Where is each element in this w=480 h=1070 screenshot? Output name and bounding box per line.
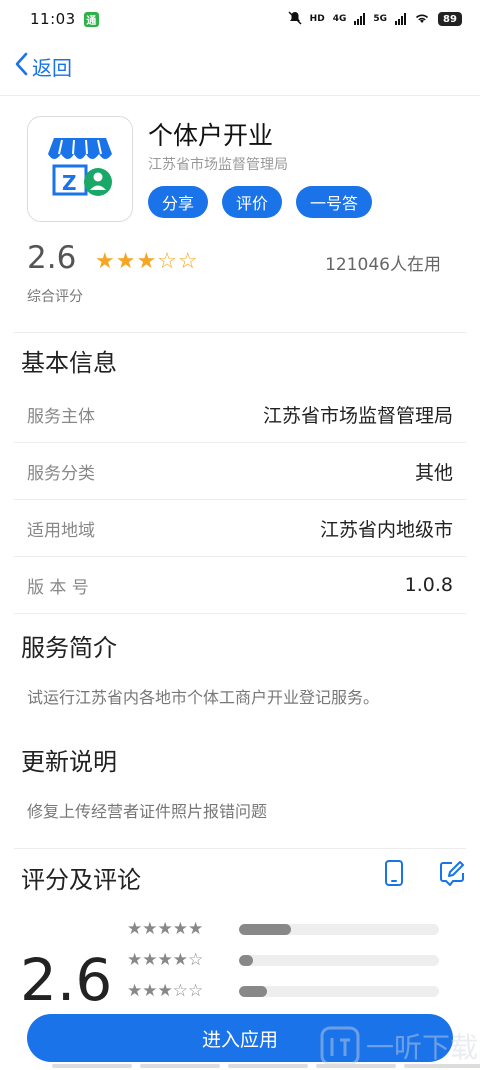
bar-track	[239, 954, 439, 966]
rating-caption: 综合评分	[27, 289, 83, 305]
rating-stars-empty: ☆☆	[157, 249, 199, 274]
app-developer: 江苏省市场监督管理局	[148, 157, 288, 173]
rating-bar-3: ★★★☆☆	[127, 981, 440, 1001]
info-key: 适用地域	[27, 520, 95, 541]
bar-stars: ★★★★☆	[127, 950, 204, 970]
rating-stars-filled: ★★★	[95, 249, 158, 274]
bar-fill	[239, 923, 291, 935]
share-button[interactable]: 分享	[148, 186, 209, 218]
user-count: 121046人在用	[325, 255, 441, 275]
watermark-text: 一听下载	[366, 1031, 479, 1064]
divider	[14, 848, 466, 849]
review-actions	[380, 858, 466, 888]
info-row-region: 适用地域 江苏省内地级市	[14, 500, 466, 557]
app-logo-icon: Z	[27, 116, 133, 222]
rating-stars: ★★★☆☆	[95, 249, 199, 274]
info-value: 1.0.8	[404, 574, 453, 596]
divider	[14, 332, 466, 333]
status-icons: HD 4G 5G 89	[288, 10, 462, 28]
svg-text:Z: Z	[62, 171, 77, 195]
battery-icon: 89	[438, 12, 462, 26]
bar-stars: ★★★☆☆	[127, 981, 204, 1001]
update-title: 更新说明	[21, 748, 117, 776]
info-value: 其他	[414, 461, 453, 484]
bar-fill	[239, 954, 253, 966]
rating-bar-4: ★★★★☆	[127, 950, 440, 970]
status-bar: 11:03 通 HD 4G 5G 89	[0, 0, 480, 38]
wifi-icon	[414, 12, 430, 27]
signal-icon	[354, 13, 366, 25]
watermark: 一听下载	[320, 1026, 478, 1066]
rating-score: 2.6	[27, 240, 77, 276]
info-key: 服务分类	[27, 463, 95, 484]
hd-indicator: HD	[309, 14, 325, 24]
review-score: 2.6	[20, 946, 113, 1014]
app-name: 个体户开业	[148, 121, 274, 150]
mute-icon	[288, 10, 302, 28]
bar-stars: ★★★★★	[127, 919, 204, 939]
bar-fill	[239, 985, 267, 997]
signal-icon-2	[395, 13, 406, 25]
update-text: 修复上传经营者证件照片报错问题	[27, 802, 268, 821]
reviews-title: 评分及评论	[21, 866, 141, 894]
action-chips: 分享 评价 一号答	[148, 186, 373, 218]
intro-text: 试运行江苏省内各地市个体工商户开业登记服务。	[27, 688, 380, 707]
back-button[interactable]: 返回	[14, 52, 72, 81]
info-value: 江苏省内地级市	[319, 518, 453, 541]
write-review-icon[interactable]	[438, 858, 466, 888]
app-header: Z 个体户开业 江苏省市场监督管理局 分享 评价 一号答	[27, 116, 467, 226]
watermark-logo-icon	[320, 1026, 360, 1066]
info-key: 版 本 号	[27, 577, 89, 598]
5g-indicator: 5G	[373, 14, 387, 24]
bottom-tabs	[52, 1064, 480, 1068]
info-row-provider: 服务主体 江苏省市场监督管理局	[14, 386, 466, 443]
bar-track	[239, 985, 439, 997]
nav-bar: 返回	[0, 38, 480, 96]
chevron-left-icon	[14, 52, 32, 81]
back-label: 返回	[32, 56, 72, 80]
info-row-category: 服务分类 其他	[14, 443, 466, 500]
phone-icon[interactable]	[380, 858, 408, 888]
rate-button[interactable]: 评价	[222, 186, 283, 218]
hotline-button[interactable]: 一号答	[296, 186, 373, 218]
rating-bar-5: ★★★★★	[127, 919, 440, 939]
rating-summary: 2.6 ★★★☆☆ 121046人在用 综合评分	[27, 240, 447, 310]
info-key: 服务主体	[27, 406, 95, 427]
4g-indicator: 4G	[332, 14, 347, 24]
status-time: 11:03	[30, 10, 76, 28]
info-row-version: 版 本 号 1.0.8	[14, 557, 466, 614]
intro-title: 服务简介	[21, 634, 117, 662]
notification-badge: 通	[83, 11, 99, 27]
bar-track	[239, 923, 439, 935]
basic-info-title: 基本信息	[21, 349, 117, 377]
info-value: 江苏省市场监督管理局	[262, 404, 453, 427]
